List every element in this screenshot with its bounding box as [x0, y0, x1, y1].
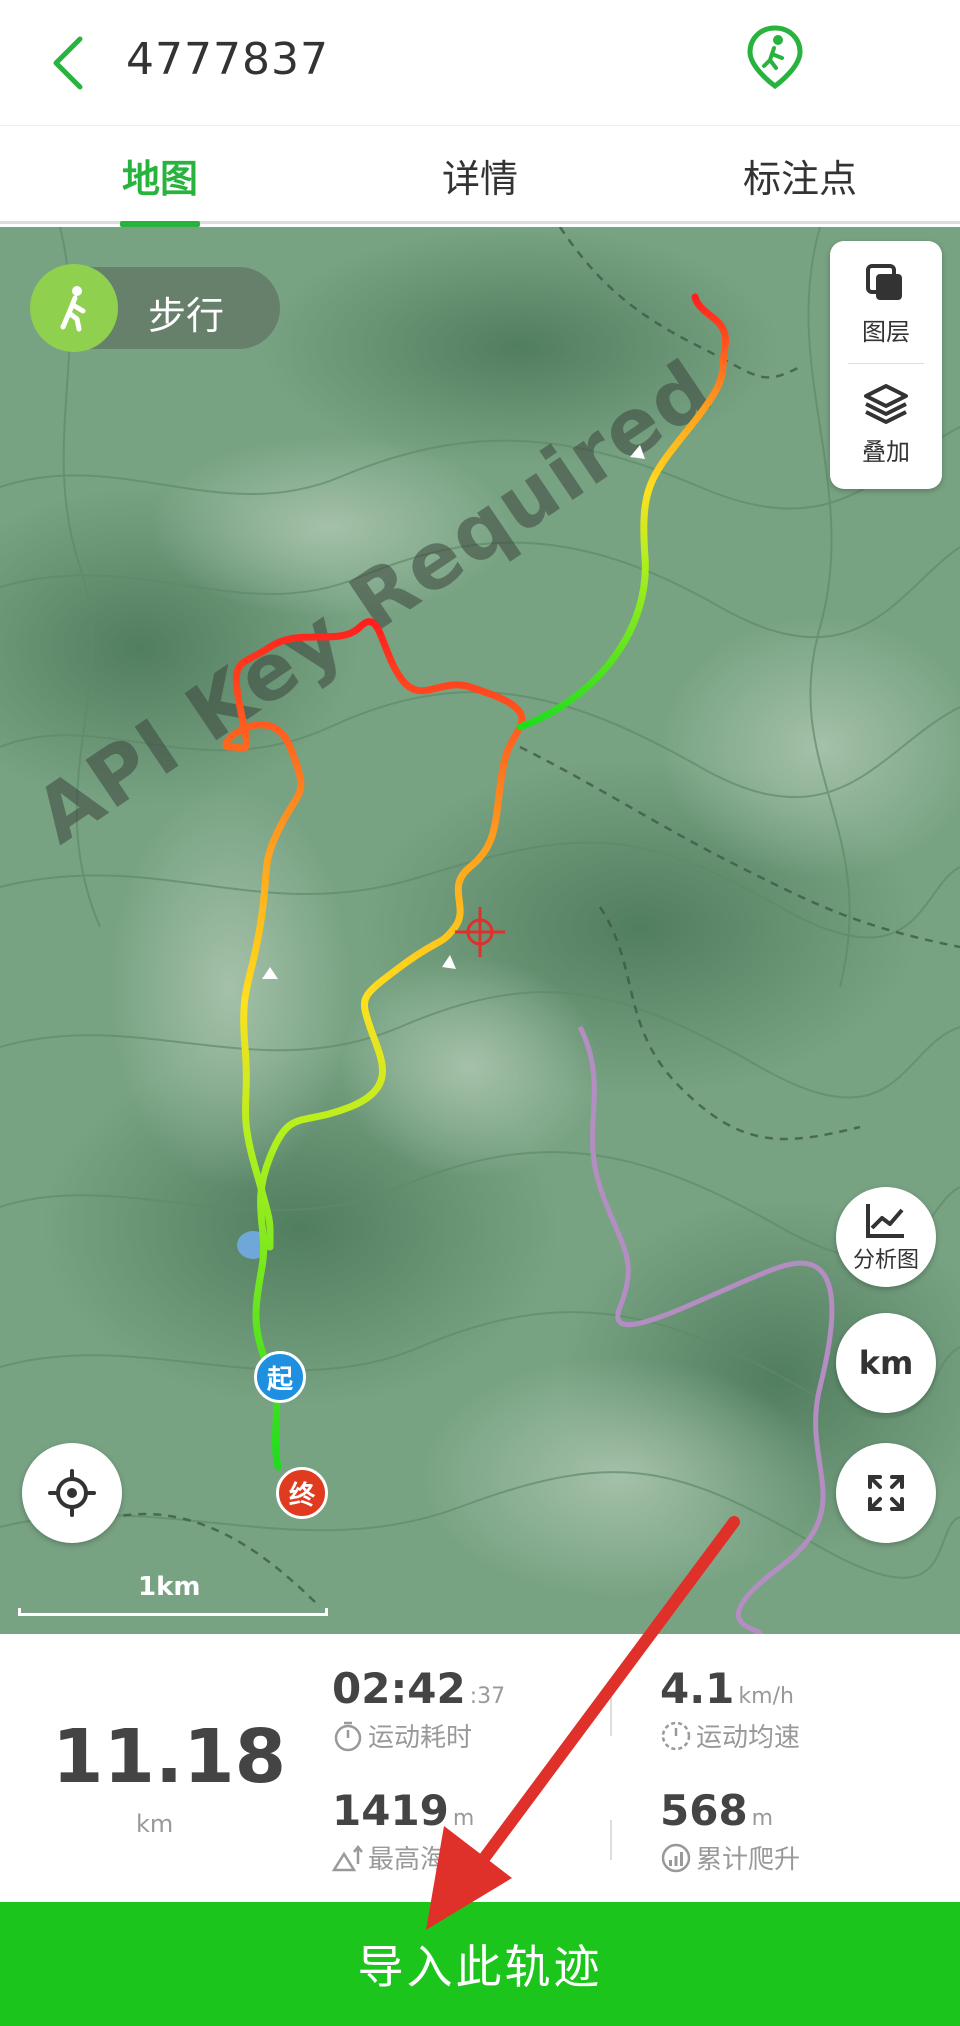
max-alt-unit: m: [452, 1806, 475, 1831]
avg-speed-value: 4.1: [660, 1664, 735, 1713]
end-marker[interactable]: 终: [276, 1467, 328, 1519]
overlay-button[interactable]: 叠加: [830, 367, 942, 481]
avg-speed-label: 运动均速: [696, 1723, 801, 1753]
climb-value: 568: [660, 1786, 748, 1835]
tab-waypoints[interactable]: 标注点: [680, 126, 920, 224]
duration-label: 运动耗时: [368, 1723, 473, 1753]
stats-divider: [610, 1696, 612, 1736]
layers-button[interactable]: 图层: [830, 247, 942, 361]
unit-label: km: [858, 1344, 914, 1382]
travel-mode-label: 步行: [148, 294, 225, 338]
chevron-left-icon: [53, 36, 83, 90]
scale-label: 1km: [138, 1572, 201, 1602]
layers-copy-icon: [866, 263, 902, 300]
app-screen: 4777837 地图 详情 标注点 API Key Required 步行 图层…: [0, 0, 960, 2026]
duration-value: 02:42: [332, 1664, 466, 1713]
avg-speed-stat: 4.1 km/h 运动均速: [660, 1664, 800, 1754]
tab-details-label: 详情: [441, 156, 518, 201]
crosshair-icon: [48, 1469, 96, 1517]
duration-stat: 02:42:37 运动耗时: [332, 1664, 505, 1754]
stopwatch-icon: [332, 1720, 364, 1752]
import-track-button[interactable]: 导入此轨迹: [0, 1902, 960, 2026]
layers-label: 图层: [862, 317, 910, 346]
stats-divider: [610, 1820, 612, 1860]
max-alt-label: 最高海拔: [368, 1845, 473, 1875]
scale-bar: 1km: [18, 1572, 328, 1616]
track-stats: 11.18 km 02:42:37 运动耗时 4.1 km/h 运动均速 1419…: [0, 1634, 960, 1902]
climb-unit: m: [751, 1806, 774, 1831]
start-marker[interactable]: 起: [254, 1351, 306, 1403]
distance-value: 11.18: [52, 1714, 287, 1800]
tab-map-label: 地图: [121, 156, 198, 201]
map-view[interactable]: API Key Required ed: [0, 227, 960, 1634]
layer-panel: 图层 叠加: [830, 241, 942, 489]
avg-speed-unit: km/h: [738, 1684, 794, 1709]
max-altitude-stat: 1419 m 最高海拔: [331, 1786, 475, 1876]
layer-divider: [848, 363, 924, 364]
scale-line: [18, 1608, 328, 1616]
stack-icon: [864, 383, 908, 424]
analysis-chart-button[interactable]: 分析图: [836, 1187, 936, 1287]
gps-track: [222, 293, 730, 1471]
climb-label: 累计爬升: [696, 1845, 801, 1875]
distance-unit: km: [136, 1810, 174, 1838]
top-bar: 4777837: [0, 0, 960, 126]
locate-button[interactable]: [22, 1443, 122, 1543]
page-title: 4777837: [126, 34, 329, 85]
climb-icon: [660, 1842, 692, 1874]
hiker-pin-icon[interactable]: [740, 22, 810, 92]
analysis-label: 分析图: [852, 1248, 919, 1273]
unit-toggle-button[interactable]: km: [836, 1313, 936, 1413]
total-climb-stat: 568 m 累计爬升: [660, 1786, 800, 1876]
expand-icon: [868, 1475, 904, 1511]
overlay-label: 叠加: [862, 437, 910, 466]
line-chart-icon: [866, 1204, 904, 1238]
fullscreen-button[interactable]: [836, 1443, 936, 1543]
tab-map[interactable]: 地图: [40, 126, 280, 227]
tab-bar: 地图 详情 标注点: [0, 126, 960, 227]
back-button[interactable]: [38, 30, 98, 96]
speedometer-icon: [660, 1720, 692, 1752]
mountain-up-icon: [331, 1842, 364, 1874]
duration-seconds: :37: [469, 1684, 506, 1709]
tab-waypoints-label: 标注点: [742, 156, 857, 201]
max-alt-value: 1419: [332, 1786, 449, 1835]
tab-details[interactable]: 详情: [360, 126, 600, 224]
travel-mode-pill[interactable]: 步行: [30, 264, 280, 352]
walking-icon: [30, 264, 118, 352]
